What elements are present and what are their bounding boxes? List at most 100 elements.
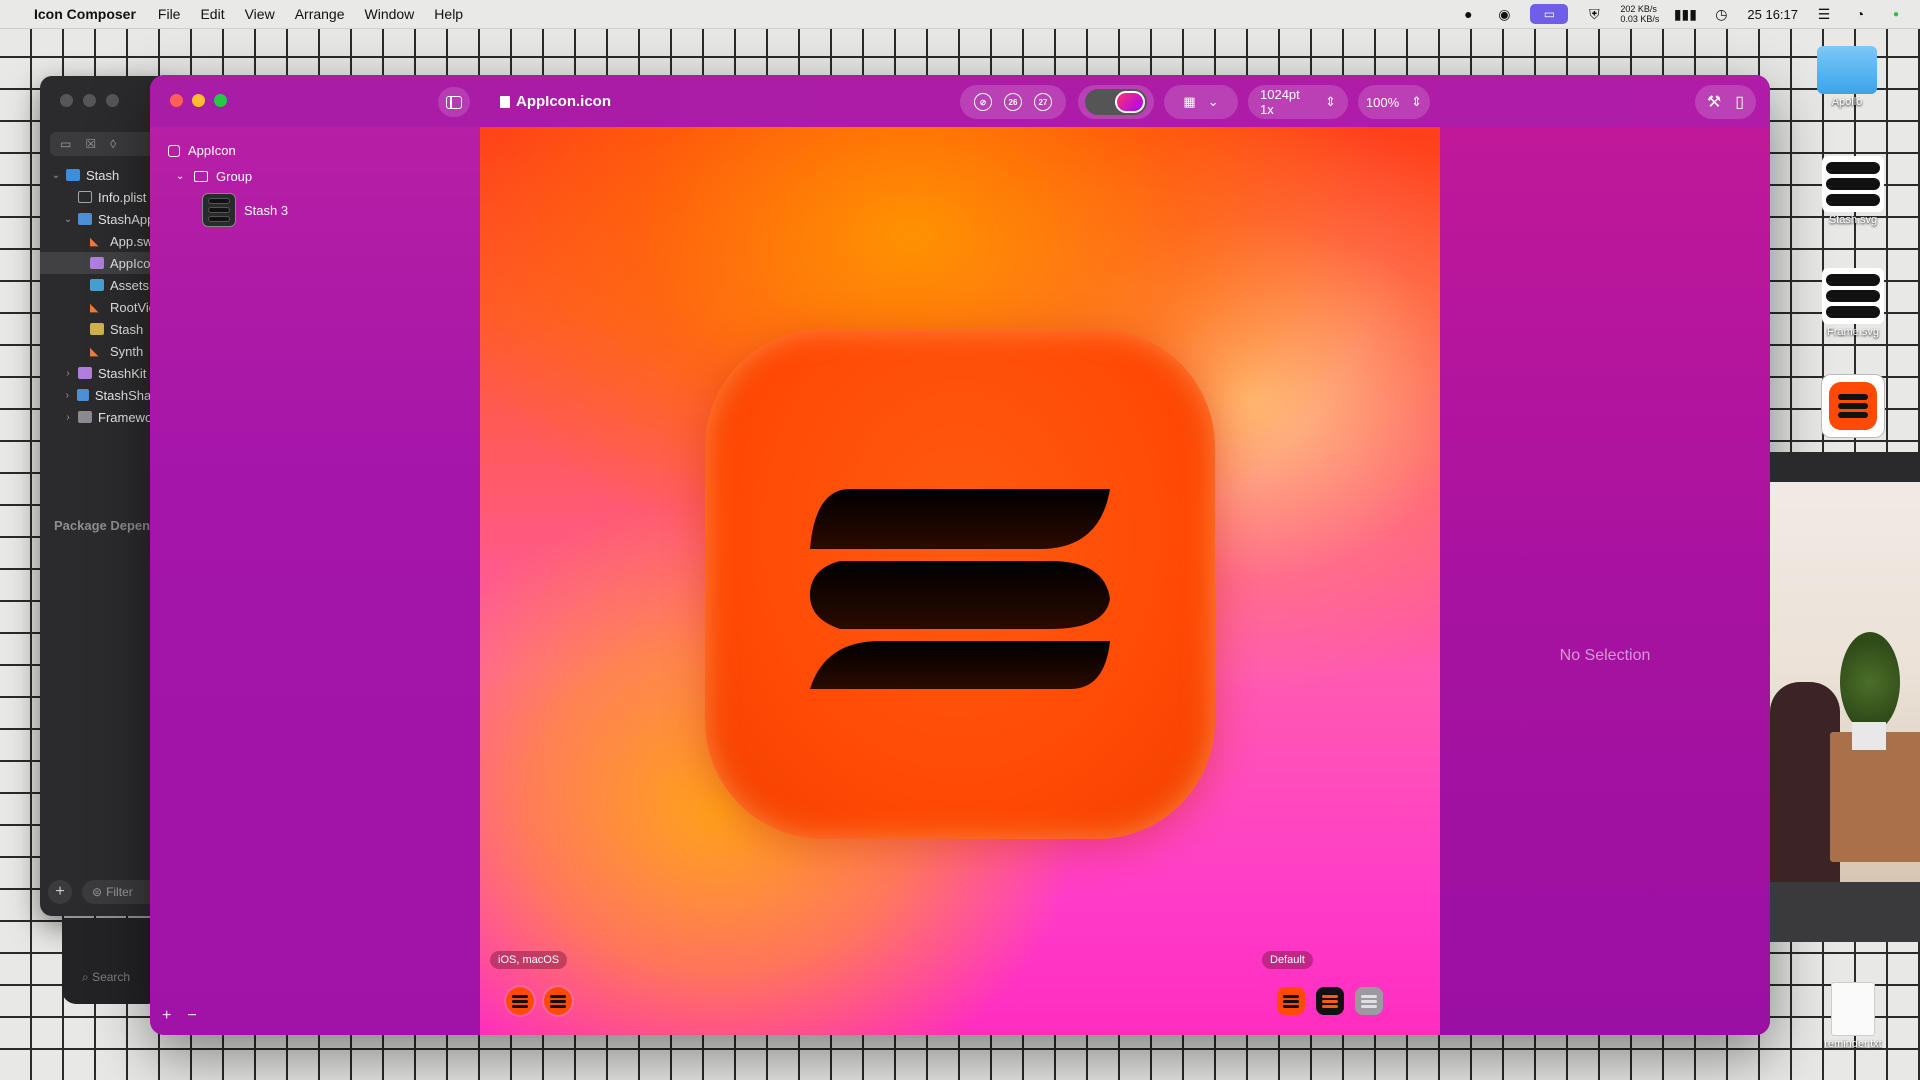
desktop-photo <box>1770 452 1920 882</box>
no-selection-label: No Selection <box>1559 647 1651 664</box>
variant-dark[interactable] <box>1316 987 1344 1015</box>
desktop-file-icon[interactable] <box>1808 374 1898 438</box>
icon-file-icon <box>90 257 104 269</box>
folder-icon <box>76 389 89 401</box>
document-title[interactable]: AppIcon.icon <box>500 93 611 110</box>
toggle-sidebar-button[interactable] <box>438 87 470 117</box>
inspector-panel: No Selection <box>1440 127 1770 1035</box>
no-effects-button[interactable]: ⊘ <box>974 93 992 111</box>
menubar-clock[interactable]: 25 16:17 <box>1747 7 1798 22</box>
sidebar-footer: + − <box>162 1007 197 1025</box>
folder-icon <box>78 411 92 423</box>
variant-default[interactable] <box>1277 987 1305 1015</box>
size-label: 1024pt 1x <box>1260 87 1300 117</box>
plist-icon <box>78 191 92 203</box>
folder-icon[interactable]: ▭ <box>60 137 71 151</box>
ios-preview-light[interactable] <box>506 987 534 1015</box>
hammer-icon[interactable]: ⚒ <box>1707 92 1721 112</box>
zoom-popup[interactable]: 100% ⇕ <box>1358 85 1430 119</box>
net-down: 0.03 KB/s <box>1620 14 1660 24</box>
window-toolbar: AppIcon.icon ⊘ 26 27 ▦ ⌄ 1024pt 1x ⇕ 100… <box>150 75 1770 127</box>
config-file-icon <box>90 323 104 335</box>
document-icon <box>500 95 510 108</box>
sidebar-item-label: Stash 3 <box>244 202 289 218</box>
desktop-file-stash-svg[interactable]: Stash.svg <box>1808 156 1898 226</box>
shield-icon[interactable]: ⛨ <box>1584 6 1604 22</box>
size-popup[interactable]: 1024pt 1x ⇕ <box>1248 85 1348 119</box>
desktop-item-label: Frame.svg <box>1827 326 1879 338</box>
menu-file[interactable]: File <box>158 6 181 22</box>
zoom-window-button[interactable] <box>214 94 227 107</box>
photo-window-titlebar <box>1770 452 1920 482</box>
document-title-text: AppIcon.icon <box>516 93 611 110</box>
inspector-tabs: ⚒ ▯ <box>1694 85 1756 119</box>
screen-share-icon[interactable]: ▭ <box>1530 4 1569 24</box>
bg-window-traffic-lights <box>60 94 119 107</box>
ios27-button[interactable]: 27 <box>1034 93 1052 111</box>
app-icon-preview[interactable] <box>705 329 1215 839</box>
chevron-right-icon[interactable]: › <box>62 368 74 379</box>
folder-icon <box>194 171 208 182</box>
updown-chevron-icon: ⇕ <box>1411 94 1423 109</box>
menu-bar: Icon Composer File Edit View Arrange Win… <box>0 0 1920 29</box>
appearance-group <box>1078 85 1154 119</box>
desktop-file-frame-svg[interactable]: Frame.svg <box>1808 268 1898 338</box>
asset-catalog-icon <box>90 279 104 291</box>
record-icon[interactable]: ◉ <box>1494 6 1514 22</box>
chevron-down-icon[interactable]: ⌄ <box>62 214 74 225</box>
folder-icon <box>1817 46 1877 94</box>
photo-window-footer <box>1770 882 1920 942</box>
text-file-icon <box>1831 982 1875 1036</box>
chevron-down-icon[interactable]: ⌄ <box>1208 94 1219 110</box>
icon-document-icon <box>168 144 180 157</box>
document-inspector-icon[interactable]: ▯ <box>1735 92 1744 112</box>
stash-logo-icon <box>810 489 1110 689</box>
sidebar-item-layer[interactable]: Stash 3 <box>202 193 288 227</box>
minimize-window-button[interactable] <box>192 94 205 107</box>
background-window-lower[interactable]: ⌕ Search <box>62 918 162 1004</box>
svg-file-icon <box>1822 156 1884 212</box>
navigator-tabs[interactable]: ▭ ☒ ◊ <box>50 132 166 156</box>
filter-placeholder: Filter <box>106 885 133 899</box>
ios-preview-dark[interactable] <box>544 987 572 1015</box>
menu-help[interactable]: Help <box>434 6 463 22</box>
menu-view[interactable]: View <box>245 6 275 22</box>
layer-thumbnail <box>202 193 236 227</box>
sidebar-item-appicon[interactable]: AppIcon <box>168 143 236 158</box>
chevron-down-icon[interactable]: ⌄ <box>176 171 186 182</box>
search-field[interactable]: ⌕ Search <box>82 970 130 985</box>
bookmark-icon[interactable]: ◊ <box>110 137 116 151</box>
sidebar-item-label: AppIcon <box>188 143 236 158</box>
chevron-down-icon[interactable]: ⌄ <box>50 170 62 181</box>
ios26-button[interactable]: 26 <box>1004 93 1022 111</box>
layer-sidebar: AppIcon ⌄ Group Stash 3 + − <box>150 127 480 1035</box>
battery-icon[interactable]: ▮▮▮ <box>1674 6 1697 22</box>
add-layer-button[interactable]: + <box>162 1007 171 1025</box>
chevron-right-icon[interactable]: › <box>62 412 74 423</box>
desktop-folder-apollo[interactable]: Apollo <box>1802 46 1892 108</box>
app-menu[interactable]: Icon Composer <box>34 6 136 22</box>
close-window-button[interactable] <box>170 94 183 107</box>
svg-file-icon <box>1822 268 1884 324</box>
grid-icon[interactable]: ▦ <box>1183 94 1195 110</box>
close-box-icon[interactable]: ☒ <box>85 137 96 151</box>
variant-mono[interactable] <box>1355 987 1383 1015</box>
add-file-button[interactable]: + <box>48 880 72 904</box>
menu-arrange[interactable]: Arrange <box>295 6 345 22</box>
menu-edit[interactable]: Edit <box>200 6 224 22</box>
menu-window[interactable]: Window <box>365 6 415 22</box>
timer-icon[interactable]: ◔ <box>1850 6 1870 22</box>
tree-label: StashApp <box>98 211 155 227</box>
sidebar-item-label: Group <box>216 169 253 184</box>
bell-icon[interactable]: ● <box>1458 6 1478 22</box>
icon-canvas[interactable]: iOS, macOS Default <box>480 127 1440 1035</box>
chevron-right-icon[interactable]: › <box>62 390 73 401</box>
sidebar-item-group[interactable]: ⌄ Group <box>176 169 252 184</box>
rendering-mode-group: ⊘ 26 27 <box>960 85 1066 119</box>
remove-layer-button[interactable]: − <box>187 1007 196 1025</box>
desktop-file-reminder[interactable]: reminder.txt <box>1808 982 1898 1050</box>
swift-icon: ◣ <box>90 236 99 248</box>
control-center-icon[interactable]: ☰ <box>1814 6 1834 22</box>
sidebar-icon <box>446 95 462 109</box>
appearance-toggle[interactable] <box>1085 89 1147 115</box>
